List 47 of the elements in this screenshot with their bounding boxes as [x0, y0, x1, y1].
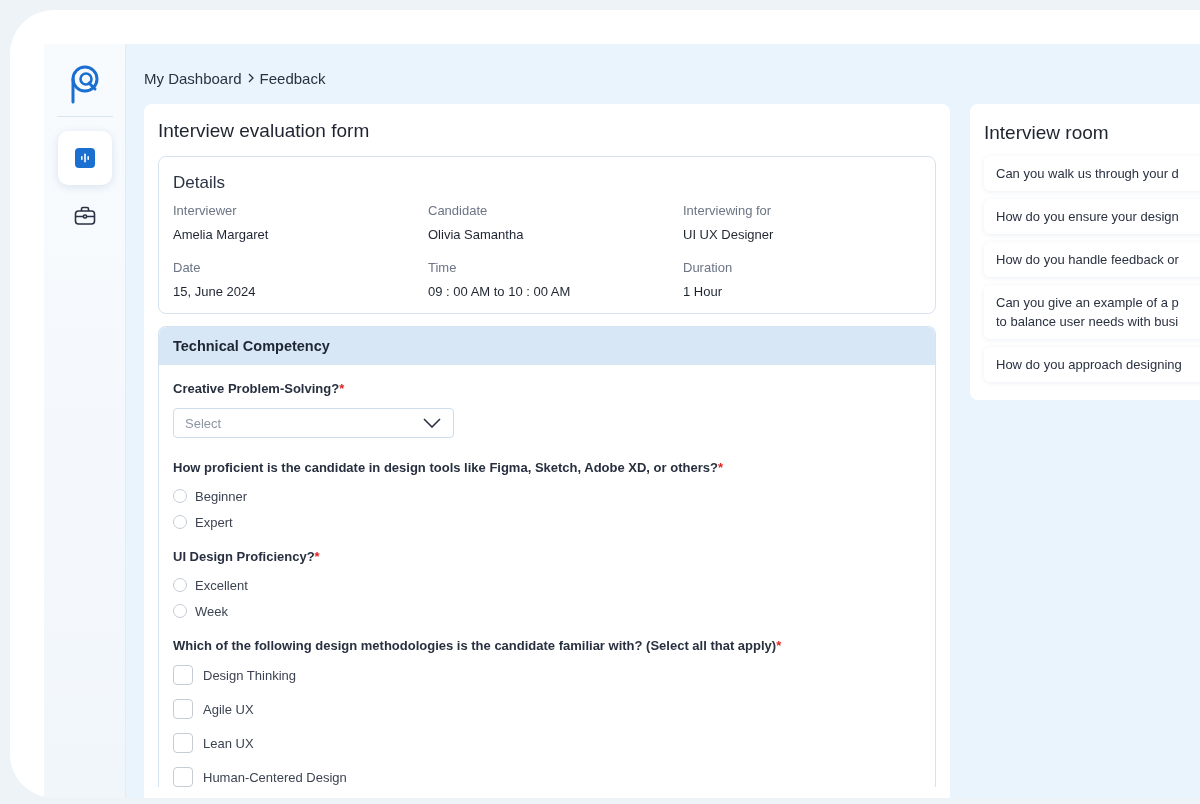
field-value: 09 : 00 AM to 10 : 00 AM	[428, 284, 572, 299]
question-item[interactable]: How do you ensure your design	[984, 199, 1200, 234]
field-value: Olivia Samantha	[428, 227, 525, 242]
question-item[interactable]: How do you handle feedback or	[984, 242, 1200, 277]
option-label: Lean UX	[203, 735, 254, 751]
radio-button[interactable]	[173, 578, 187, 592]
option-label: Human-Centered Design	[203, 769, 347, 785]
checkbox[interactable]	[173, 665, 193, 685]
option-label: Week	[195, 603, 228, 619]
option-label: Beginner	[195, 488, 248, 504]
option-label: Design Thinking	[203, 667, 296, 683]
radio-button[interactable]	[173, 489, 187, 503]
section-header: Technical Competency	[159, 327, 935, 365]
chevron-right-icon	[247, 73, 254, 83]
field-label: Interviewer	[173, 203, 238, 218]
checkbox[interactable]	[173, 699, 193, 719]
option-label: Excellent	[195, 577, 248, 593]
field-value: 1 Hour	[683, 284, 724, 299]
field-label: Interviewing for	[683, 203, 773, 218]
briefcase-icon	[73, 206, 96, 226]
breadcrumb-link[interactable]: Feedback	[259, 69, 326, 87]
radio-button[interactable]	[173, 604, 187, 618]
question-item[interactable]: How do you approach designing	[984, 347, 1200, 382]
field-label: Duration	[683, 260, 734, 275]
question-item[interactable]: Can you walk us through your d	[984, 156, 1200, 191]
field-label: Candidate	[428, 203, 489, 218]
question-item[interactable]: Can you give an example of a p to balance user needs with busi	[984, 285, 1200, 339]
question-label: Which of the following design methodologies is the candidate familiar with? (Select all that apply)*	[173, 638, 783, 653]
question-label: UI Design Proficiency?*	[173, 549, 321, 564]
checkbox[interactable]	[173, 767, 193, 787]
question-label: How proficient is the candidate in design tools like Figma, Sketch, Adobe XD, or others?*	[173, 460, 724, 475]
breadcrumb-link[interactable]: My Dashboard	[144, 69, 242, 87]
question-label: Creative Problem-Solving?*	[173, 381, 346, 396]
field-label: Time	[428, 260, 458, 275]
radio-button[interactable]	[173, 515, 187, 529]
field-label: Date	[173, 260, 202, 275]
option-label: Agile UX	[203, 701, 254, 717]
card-title: Interview room	[984, 122, 1110, 144]
field-value: Amelia Margaret	[173, 227, 270, 242]
chevron-down-icon	[423, 418, 441, 428]
field-value: UI UX Designer	[683, 227, 775, 242]
field-value: 15, June 2024	[173, 284, 257, 299]
form-title: Interview evaluation form	[158, 120, 371, 142]
option-label: Expert	[195, 514, 233, 530]
details-title: Details	[173, 173, 226, 193]
audio-icon	[74, 148, 95, 168]
checkbox[interactable]	[173, 733, 193, 753]
